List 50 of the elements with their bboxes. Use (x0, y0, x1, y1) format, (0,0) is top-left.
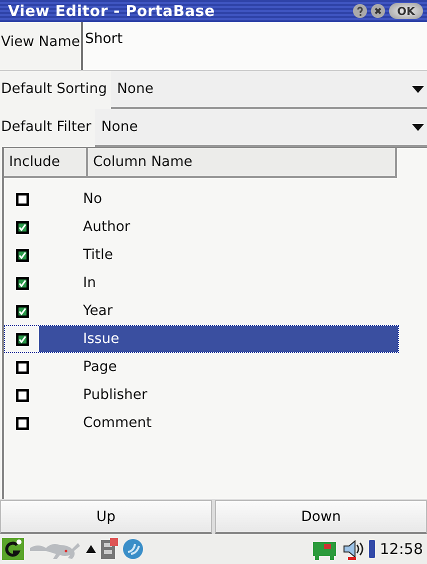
checkbox[interactable] (16, 248, 28, 262)
globe-icon[interactable] (122, 538, 144, 560)
speaker-icon[interactable] (342, 538, 364, 560)
column-name: Publisher (83, 387, 148, 403)
dropdown-arrow-icon (412, 86, 424, 92)
checkbox[interactable] (16, 332, 28, 346)
ok-button[interactable]: OK (389, 3, 423, 19)
field-label: Default Sorting (0, 80, 107, 99)
checkbox[interactable] (16, 220, 28, 234)
checkbox[interactable] (16, 416, 28, 430)
move-button[interactable]: Up (0, 500, 212, 534)
table-row[interactable]: Author (4, 213, 399, 241)
column-header[interactable]: Include (4, 148, 88, 178)
column-header[interactable]: Column Name (88, 148, 397, 178)
close-icon[interactable] (371, 4, 386, 18)
view-name-field[interactable]: Short (80, 22, 427, 70)
checkbox[interactable] (16, 388, 28, 402)
checkbox[interactable] (16, 276, 28, 290)
table-row[interactable]: Publisher (4, 381, 399, 409)
column-name: Author (83, 219, 130, 235)
table-row[interactable]: Page (4, 353, 399, 381)
file-cabinet-icon[interactable] (100, 538, 118, 560)
column-name: No (83, 191, 102, 207)
column-name: Title (83, 247, 114, 263)
dropdown[interactable]: None (110, 71, 427, 109)
column-name: Comment (83, 415, 152, 431)
checkbox[interactable] (16, 360, 28, 374)
window-title: View Editor - PortaBase (8, 2, 216, 20)
start-menu-icon[interactable] (2, 538, 24, 560)
column-name: In (83, 275, 96, 291)
clock: 12:58 (380, 540, 423, 558)
table-row[interactable]: Issue (4, 325, 399, 353)
table-row[interactable]: No (4, 185, 399, 213)
field-label: Default Filter (0, 118, 92, 137)
help-icon[interactable] (353, 4, 368, 18)
table-row[interactable]: Year (4, 297, 399, 325)
checkbox[interactable] (16, 304, 28, 318)
column-name: Page (83, 359, 117, 375)
battery-icon[interactable] (368, 539, 376, 559)
dropdown-arrow-icon (412, 124, 424, 130)
table-row[interactable]: Title (4, 241, 399, 269)
checkbox[interactable] (16, 192, 28, 206)
column-name: Year (83, 303, 113, 319)
field-label: View Name (0, 33, 81, 52)
table-row[interactable]: In (4, 269, 399, 297)
move-button[interactable]: Down (215, 500, 427, 534)
up-arrow-icon[interactable] (86, 545, 96, 553)
column-name: Issue (83, 331, 120, 347)
dropdown[interactable]: None (95, 109, 427, 147)
table-row[interactable]: Comment (4, 409, 399, 437)
